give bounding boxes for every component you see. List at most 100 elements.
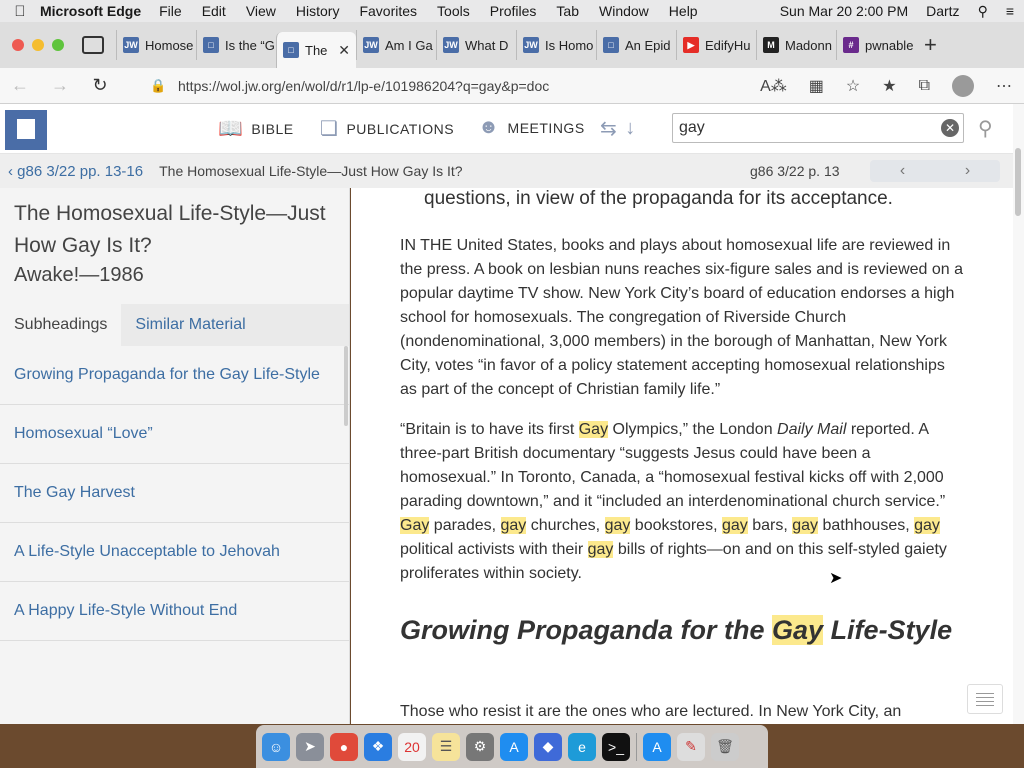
close-tab-icon[interactable]: ✕ [338,42,350,59]
youtube-icon: ▶ [683,37,699,53]
immersive-reader-icon[interactable]: ▦ [809,76,824,96]
jw-icon: JW [363,37,379,53]
menu-window[interactable]: Window [599,3,649,19]
maximize-window-icon[interactable] [52,39,64,51]
menu-edit[interactable]: Edit [202,3,226,19]
edge-icon[interactable]: e [568,732,596,761]
browser-tab[interactable]: JW Homose [116,30,196,60]
prev-page-icon[interactable]: ‹ [870,160,935,182]
launchpad-icon[interactable]: ➤ [296,732,324,761]
browser-tab[interactable]: JW Is Homo [516,30,596,60]
trash-icon[interactable]: 🗑 [711,732,739,761]
browser-tab[interactable]: # pwnable [836,30,916,60]
menu-tab[interactable]: Tab [556,3,579,19]
search-highlight: gay [914,517,940,534]
subheading-link[interactable]: A Happy Life-Style Without End [0,582,349,641]
browser-tab[interactable]: □ Is the “G [196,30,276,60]
browser-tab[interactable]: JW What D [436,30,516,60]
tab-actions-icon[interactable] [82,36,104,54]
back-arrow-icon[interactable]: ← [0,75,40,96]
tab-label: pwnable [865,37,914,53]
sidebar-scrollbar[interactable] [344,346,348,426]
browser-tab[interactable]: ▶ EdifyHu [676,30,756,60]
site-search-input[interactable]: gay ✕ [672,113,964,143]
menu-favorites[interactable]: Favorites [359,3,417,19]
lock-icon[interactable]: 🔒 [150,78,178,94]
menu-history[interactable]: History [296,3,340,19]
minimize-window-icon[interactable] [32,39,44,51]
search-query[interactable]: gay [679,119,705,137]
nav-meetings[interactable]: ☻ MEETINGS [478,116,585,139]
more-menu-icon[interactable]: ⋯ [996,76,1012,96]
menu-profiles[interactable]: Profiles [490,3,537,19]
terminal-icon[interactable]: >_ [602,732,630,761]
subheading-title: Growing Propaganda for the Gay Life-Styl… [400,612,960,648]
nav-publications-label: PUBLICATIONS [346,120,455,137]
tab-label: Madonn [785,37,832,53]
browser-tab[interactable]: □ An Epid [596,30,676,60]
subheading-link[interactable]: The Gay Harvest [0,464,349,523]
collections-icon[interactable]: ⧉ [919,77,930,95]
app-menu[interactable]: Microsoft Edge [40,3,141,19]
finder-icon[interactable]: ☺ [262,732,290,761]
vpn-icon[interactable]: ◆ [534,732,562,761]
wol-logo[interactable] [5,110,47,150]
text-run: Olympics,” the London [608,421,778,438]
forward-arrow-icon[interactable]: → [40,75,80,96]
breadcrumb-label[interactable]: g86 3/22 pp. 13-16 [17,163,143,180]
add-favorite-icon[interactable]: ☆ [846,76,860,96]
text-run: Life-Style [823,615,953,645]
tab-label: Am I Ga [385,37,433,53]
url-field[interactable]: 🔒 https://wol.jw.org/en/wol/d/r1/lp-e/10… [150,72,720,100]
subheading-link[interactable]: Homosexual “Love” [0,405,349,464]
system-preferences-icon[interactable]: ⚙ [466,732,494,761]
control-center-icon[interactable]: ≡ [1006,3,1014,19]
next-page-icon[interactable]: › [935,160,1000,182]
tab-similar-material[interactable]: Similar Material [121,304,259,346]
close-window-icon[interactable] [12,39,24,51]
user-name[interactable]: Dartz [926,3,959,19]
search-highlight: Gay [578,421,609,438]
menu-help[interactable]: Help [669,3,698,19]
safari-icon[interactable]: ❖ [364,732,392,761]
document-nav-bar: ‹ g86 3/22 pp. 13-16 The Homosexual Life… [0,154,1013,188]
apple-menu-icon[interactable]:  [0,3,40,20]
page-menu-icon[interactable] [967,684,1003,714]
profile-avatar[interactable] [952,75,974,97]
sync-arrows-icon[interactable]: ⇆ [600,116,617,141]
calendar-icon[interactable]: 20 [398,732,426,761]
tab-strip: JW Homose □ Is the “G □ The ✕ JW Am I Ga JW Wh… [0,22,1024,68]
page-scrollbar[interactable] [1013,104,1024,724]
clock[interactable]: Sun Mar 20 2:00 PM [780,3,908,19]
clear-search-icon[interactable]: ✕ [941,119,959,137]
browser-tab[interactable]: JW Am I Ga [356,30,436,60]
search-icon[interactable]: ⚲ [978,116,993,141]
reload-icon[interactable]: ↻ [80,75,120,96]
paragraph-2: “Britain is to have its first Gay Olympi… [400,418,965,586]
document-icon[interactable]: ✎ [677,732,705,761]
nav-bible[interactable]: 📖 BIBLE [218,116,294,141]
menu-tools[interactable]: Tools [437,3,470,19]
subheading-link[interactable]: Growing Propaganda for the Gay Life-Styl… [0,346,349,405]
download-arrow-icon[interactable]: ↓ [625,117,636,140]
search-highlight: gay [587,541,614,558]
browser-tab-active[interactable]: □ The ✕ [276,32,356,68]
notes-icon[interactable]: ☰ [432,732,460,761]
app-store-downloads-icon[interactable]: A [643,732,671,761]
menu-view[interactable]: View [246,3,276,19]
spotlight-search-icon[interactable]: ⚲ [978,3,988,20]
subheading-link[interactable]: A Life-Style Unacceptable to Jehovah [0,523,349,582]
wol-icon: □ [603,37,619,53]
favorites-icon[interactable]: ★ [882,76,896,96]
menu-file[interactable]: File [159,3,182,19]
browser-tab[interactable]: M Madonn [756,30,836,60]
app-store-icon[interactable]: A [500,732,528,761]
chrome-icon[interactable]: ● [330,732,358,761]
nav-publications[interactable]: ❏ PUBLICATIONS [320,116,454,141]
tab-subheadings[interactable]: Subheadings [0,304,122,346]
url-text[interactable]: https://wol.jw.org/en/wol/d/r1/lp-e/1019… [178,78,549,94]
back-breadcrumb[interactable]: ‹ g86 3/22 pp. 13-16 [8,163,143,180]
read-aloud-icon[interactable]: A⁂ [760,76,787,96]
mouse-cursor-icon: ➤ [829,570,843,587]
new-tab-icon[interactable]: + [924,32,937,58]
